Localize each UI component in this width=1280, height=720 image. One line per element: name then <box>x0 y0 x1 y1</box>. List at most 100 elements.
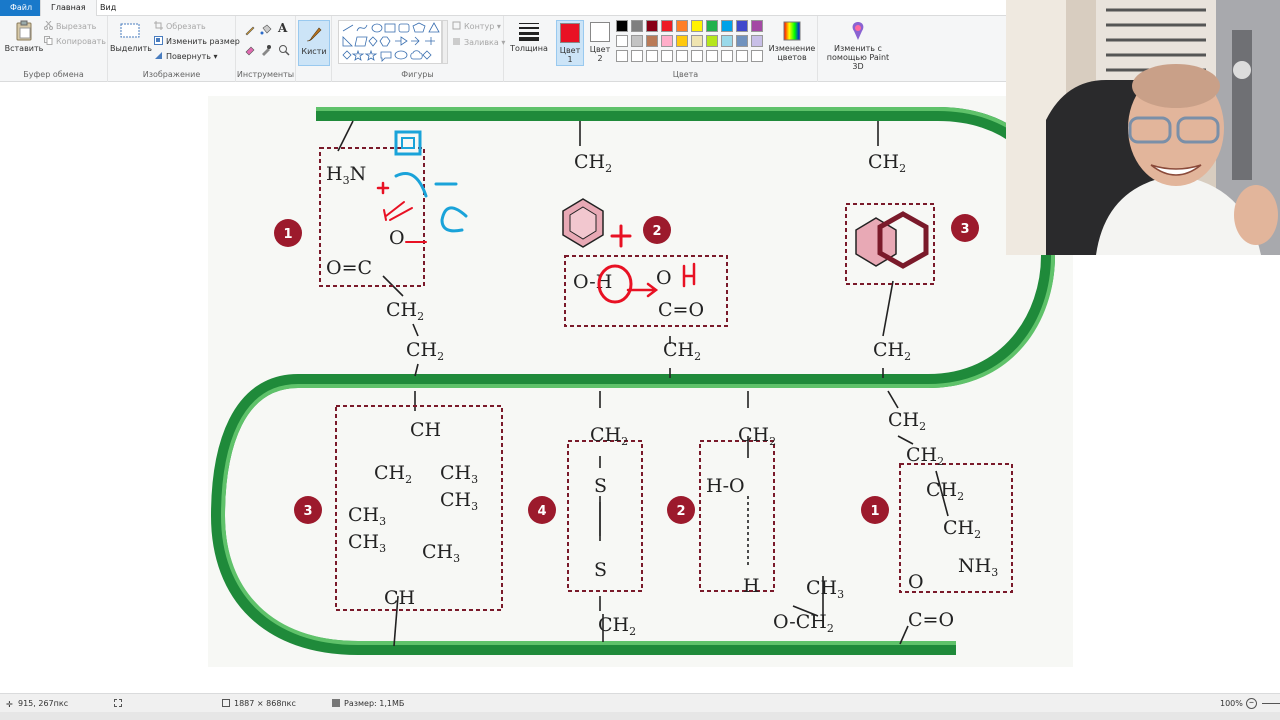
label-o-right: O <box>656 267 672 289</box>
palette-swatch[interactable] <box>721 20 733 32</box>
palette-swatch[interactable] <box>721 35 733 47</box>
clipboard-group: Вставить Вырезать Копировать Буфер обмен… <box>0 16 108 82</box>
tab-file[interactable]: Файл <box>0 0 43 16</box>
label-o-top: O <box>389 227 405 249</box>
file-size-text: Размер: 1,1МБ <box>344 699 405 708</box>
edit-colors-label-1: Изменение <box>768 44 816 53</box>
size-button[interactable]: Толщина <box>509 20 549 53</box>
edit-colors-button[interactable]: Изменение цветов <box>768 20 816 62</box>
shapes-group: Контур ▾ Заливка ▾ Фигуры <box>332 16 505 82</box>
rotate-button[interactable]: Повернуть ▾ <box>154 50 218 64</box>
text-tool-icon[interactable]: A <box>278 21 287 35</box>
size-label: Толщина <box>510 44 548 53</box>
label-ch2-b: CH <box>406 339 437 361</box>
magnifier-icon[interactable] <box>278 44 290 56</box>
color-wheel-icon <box>783 21 801 41</box>
palette-swatch[interactable] <box>631 50 643 62</box>
crop-label: Обрезать <box>166 22 206 31</box>
palette-swatch[interactable] <box>751 50 763 62</box>
resize-button[interactable]: Изменить размер <box>154 35 240 49</box>
palette-swatch[interactable] <box>646 50 658 62</box>
color-picker-icon[interactable] <box>260 44 272 56</box>
fill-button[interactable]: Заливка ▾ <box>452 36 505 50</box>
palette-swatch[interactable] <box>736 50 748 62</box>
canvas-size-icon <box>222 699 230 707</box>
palette-swatch[interactable] <box>706 20 718 32</box>
brushes-button[interactable]: Кисти <box>298 20 330 66</box>
paste-button[interactable]: Вставить <box>4 20 44 53</box>
color2-selector[interactable]: Цвет 2 <box>586 20 614 66</box>
label-ch3-f: CH <box>806 577 837 599</box>
drawing-canvas[interactable]: 1 2 3 3 4 2 1 H3N O O=C CH2 CH2 CH2 O-H <box>208 96 1073 667</box>
svg-text:CH2: CH2 <box>868 151 906 175</box>
palette-swatch[interactable] <box>616 50 628 62</box>
shapes-gallery[interactable] <box>338 20 442 64</box>
palette-swatch[interactable] <box>751 20 763 32</box>
zoom-level: 100% <box>1220 694 1243 713</box>
cut-button[interactable]: Вырезать <box>44 20 96 34</box>
palette-swatch[interactable] <box>706 50 718 62</box>
label-c-eq-o-bottom: C=O <box>908 609 954 631</box>
palette-swatch[interactable] <box>691 50 703 62</box>
label-c-eq-o: C=O <box>658 299 704 321</box>
eraser-icon[interactable] <box>244 44 256 56</box>
palette-swatch[interactable] <box>691 20 703 32</box>
label-ch2-g: CH <box>888 409 919 431</box>
label-h-o: H-O <box>706 475 745 497</box>
cursor-position-text: 915, 267пкс <box>18 699 69 708</box>
copy-button[interactable]: Копировать <box>44 35 106 49</box>
palette-swatch[interactable] <box>616 20 628 32</box>
svg-text:O-CH2: O-CH2 <box>773 611 834 635</box>
pencil-icon[interactable] <box>244 24 256 36</box>
zoom-out-button[interactable]: – <box>1246 698 1257 709</box>
brushes-group: Кисти <box>296 16 332 82</box>
sub-ch3-e: 3 <box>453 552 460 565</box>
palette-swatch[interactable] <box>661 20 673 32</box>
palette-swatch[interactable] <box>661 35 673 47</box>
svg-text:CH2: CH2 <box>873 339 911 363</box>
zoom-slider[interactable] <box>1262 703 1280 704</box>
palette-swatch[interactable] <box>616 35 628 47</box>
palette-swatch[interactable] <box>736 35 748 47</box>
palette-swatch[interactable] <box>676 50 688 62</box>
palette-swatch[interactable] <box>691 35 703 47</box>
palette-swatch[interactable] <box>676 35 688 47</box>
palette-swatch[interactable] <box>661 50 673 62</box>
image-group-label: Изображение <box>142 70 201 79</box>
handwritten-annotations <box>376 130 696 304</box>
palette-swatch[interactable] <box>736 20 748 32</box>
label-nh3: NH <box>958 555 991 577</box>
palette-swatch[interactable] <box>646 20 658 32</box>
palette-swatch[interactable] <box>676 20 688 32</box>
palette-swatch[interactable] <box>631 20 643 32</box>
label-ch2-k: CH <box>374 462 405 484</box>
selection-size-icon <box>114 699 122 707</box>
tab-view[interactable]: Вид <box>90 0 126 16</box>
palette-swatch[interactable] <box>706 35 718 47</box>
label-h: H <box>743 575 760 597</box>
outline-button[interactable]: Контур ▾ <box>452 20 501 34</box>
palette-swatch[interactable] <box>751 35 763 47</box>
crop-button[interactable]: Обрезать <box>154 20 206 34</box>
sub-n: 2 <box>769 435 776 448</box>
palette-swatch[interactable] <box>721 50 733 62</box>
svg-text:H3N: H3N <box>326 163 366 187</box>
paint3d-button[interactable]: Изменить с помощью Paint 3D <box>820 20 896 71</box>
shapes-scroll[interactable] <box>442 20 448 64</box>
color1-selector[interactable]: Цвет 1 <box>556 20 584 66</box>
palette-swatch[interactable] <box>631 35 643 47</box>
label-h3n-n: N <box>350 163 367 185</box>
label-h3n-sub: 3 <box>343 174 350 187</box>
palette-swatch[interactable] <box>646 35 658 47</box>
crosshair-icon: ✛ <box>6 700 13 709</box>
select-button[interactable]: Выделить <box>110 20 152 53</box>
fill-bucket-icon[interactable] <box>260 24 272 36</box>
tab-home[interactable]: Главная <box>40 0 97 16</box>
outline-label: Контур <box>464 22 495 31</box>
sub-j: 2 <box>974 528 981 541</box>
image-group: Выделить Обрезать Изменить размер Поверн… <box>108 16 240 82</box>
color1-number: 1 <box>567 55 573 64</box>
svg-text:CH2: CH2 <box>406 339 444 363</box>
badge-1: 1 <box>283 227 292 242</box>
badge-1b: 1 <box>870 504 879 519</box>
